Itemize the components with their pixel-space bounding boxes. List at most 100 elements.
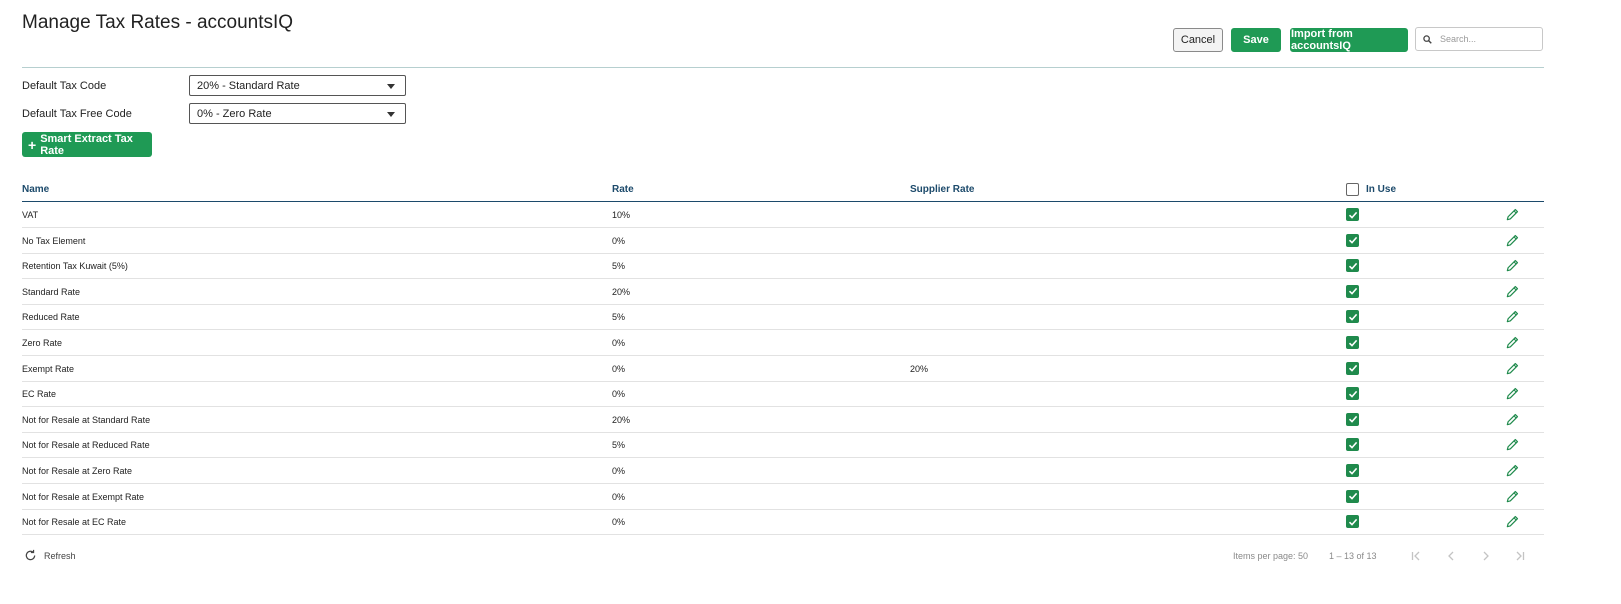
edit-pencil-icon[interactable] <box>1505 258 1520 273</box>
default-tax-code-select[interactable]: 20% - Standard Rate <box>189 75 406 96</box>
checkmark-icon <box>1348 364 1357 372</box>
search-icon <box>1423 34 1432 44</box>
row-rate: 0% <box>612 389 626 400</box>
row-name: Not for Resale at Reduced Rate <box>22 440 150 451</box>
items-per-page[interactable]: Items per page: 50 <box>1233 551 1308 561</box>
checkmark-icon <box>1348 211 1357 219</box>
edit-pencil-icon[interactable] <box>1505 489 1520 504</box>
row-rate: 0% <box>612 466 626 476</box>
default-tax-free-code-select[interactable]: 0% - Zero Rate <box>189 103 406 124</box>
edit-pencil-icon[interactable] <box>1505 386 1520 401</box>
row-rate: 0% <box>612 363 626 374</box>
row-name: Standard Rate <box>22 286 81 297</box>
smart-extract-label: Smart Extract Tax Rate <box>40 132 133 157</box>
checkmark-icon <box>1348 339 1357 347</box>
in-use-checkbox[interactable] <box>1346 208 1359 221</box>
table-row[interactable]: Retention Tax Kuwait (5%) 5% <box>22 253 1544 280</box>
in-use-checkbox[interactable] <box>1346 464 1359 477</box>
in-use-checkbox[interactable] <box>1346 284 1359 298</box>
row-name: Not for Resale at EC Rate <box>22 517 127 528</box>
checkmark-icon <box>1348 313 1357 321</box>
edit-pencil-icon[interactable] <box>1505 284 1520 299</box>
in-use-checkbox[interactable] <box>1346 412 1359 426</box>
table-row[interactable]: Exempt Rate 0% 20% <box>22 356 1544 382</box>
default-tax-free-code-label: Default Tax Free Code <box>22 108 132 120</box>
checkmark-icon <box>1348 518 1357 526</box>
default-tax-free-code-value: 0% - Zero Rate <box>197 107 272 120</box>
dropdown-caret-icon <box>387 84 395 89</box>
default-tax-code-label: Default Tax Code <box>22 80 107 92</box>
default-tax-code-value: 20% - Standard Rate <box>197 79 300 92</box>
in-use-checkbox[interactable] <box>1346 259 1359 273</box>
table-row[interactable]: Not for Resale at Reduced Rate 5% <box>22 432 1544 459</box>
table-row[interactable]: Not for Resale at Zero Rate 0% <box>22 458 1544 484</box>
row-name: Exempt Rate <box>22 363 75 374</box>
table-row[interactable]: Zero Rate 0% <box>22 330 1544 356</box>
select-all-in-use-checkbox[interactable] <box>1346 183 1359 196</box>
in-use-checkbox[interactable] <box>1346 233 1359 247</box>
in-use-checkbox[interactable] <box>1346 438 1359 452</box>
row-rate: 5% <box>612 312 626 323</box>
row-name: VAT <box>22 210 39 220</box>
cancel-button[interactable]: Cancel <box>1173 28 1223 52</box>
column-header-in-use[interactable]: In Use <box>1366 184 1396 195</box>
edit-pencil-icon[interactable] <box>1505 309 1520 324</box>
table-row[interactable]: VAT 10% <box>22 202 1544 228</box>
smart-extract-button[interactable]: + Smart Extract Tax Rate <box>22 132 152 157</box>
edit-pencil-icon[interactable] <box>1505 463 1520 478</box>
table-row[interactable]: Not for Resale at Exempt Rate 0% <box>22 484 1544 510</box>
checkmark-icon <box>1348 492 1357 500</box>
in-use-checkbox[interactable] <box>1346 387 1359 401</box>
row-name: Reduced Rate <box>22 312 80 323</box>
edit-pencil-icon[interactable] <box>1505 514 1520 529</box>
row-rate: 5% <box>612 440 626 451</box>
table-row[interactable]: Standard Rate 20% <box>22 279 1544 305</box>
column-header-supplier-rate[interactable]: Supplier Rate <box>910 184 974 195</box>
first-page-icon[interactable] <box>1409 549 1423 563</box>
previous-page-icon[interactable] <box>1444 549 1458 563</box>
in-use-checkbox[interactable] <box>1346 310 1359 324</box>
save-button[interactable]: Save <box>1231 28 1281 52</box>
next-page-icon[interactable] <box>1479 549 1493 563</box>
pagination-range: 1 – 13 of 13 <box>1329 551 1377 561</box>
column-header-name[interactable]: Name <box>22 184 49 195</box>
checkmark-icon <box>1348 236 1357 244</box>
table-row[interactable]: EC Rate 0% <box>22 381 1544 408</box>
row-rate: 5% <box>612 261 626 272</box>
plus-icon: + <box>28 136 37 153</box>
search-box[interactable] <box>1415 27 1543 51</box>
edit-pencil-icon[interactable] <box>1505 233 1520 248</box>
edit-pencil-icon[interactable] <box>1505 437 1520 452</box>
search-input[interactable] <box>1438 33 1538 45</box>
row-rate: 20% <box>612 414 631 425</box>
edit-pencil-icon[interactable] <box>1505 412 1520 427</box>
row-name: EC Rate <box>22 389 57 400</box>
in-use-checkbox[interactable] <box>1346 515 1359 529</box>
checkmark-icon <box>1348 467 1357 475</box>
edit-pencil-icon[interactable] <box>1505 335 1520 350</box>
table-row[interactable]: Reduced Rate 5% <box>22 304 1544 331</box>
row-rate: 0% <box>612 235 626 246</box>
table-row[interactable]: Not for Resale at Standard Rate 20% <box>22 407 1544 433</box>
table-row[interactable]: No Tax Element 0% <box>22 228 1544 254</box>
in-use-checkbox[interactable] <box>1346 489 1359 503</box>
checkmark-icon <box>1348 262 1357 270</box>
table-row[interactable]: Not for Resale at EC Rate 0% <box>22 509 1544 536</box>
edit-pencil-icon[interactable] <box>1505 207 1520 222</box>
header-divider <box>22 67 1544 68</box>
edit-pencil-icon[interactable] <box>1505 361 1520 376</box>
checkmark-icon <box>1348 390 1357 398</box>
row-supplier-rate: 20% <box>910 363 929 374</box>
row-name: Not for Resale at Exempt Rate <box>22 491 145 502</box>
column-header-rate[interactable]: Rate <box>612 184 634 195</box>
import-button[interactable]: Import from accountsIQ <box>1290 28 1408 52</box>
dropdown-caret-icon <box>387 112 395 117</box>
refresh-label: Refresh <box>44 550 76 561</box>
last-page-icon[interactable] <box>1513 549 1527 563</box>
row-rate: 10% <box>612 210 631 220</box>
in-use-checkbox[interactable] <box>1346 361 1359 375</box>
refresh-button[interactable]: Refresh <box>24 549 76 562</box>
row-rate: 20% <box>612 286 631 297</box>
checkmark-icon <box>1348 288 1357 296</box>
in-use-checkbox[interactable] <box>1346 336 1359 349</box>
